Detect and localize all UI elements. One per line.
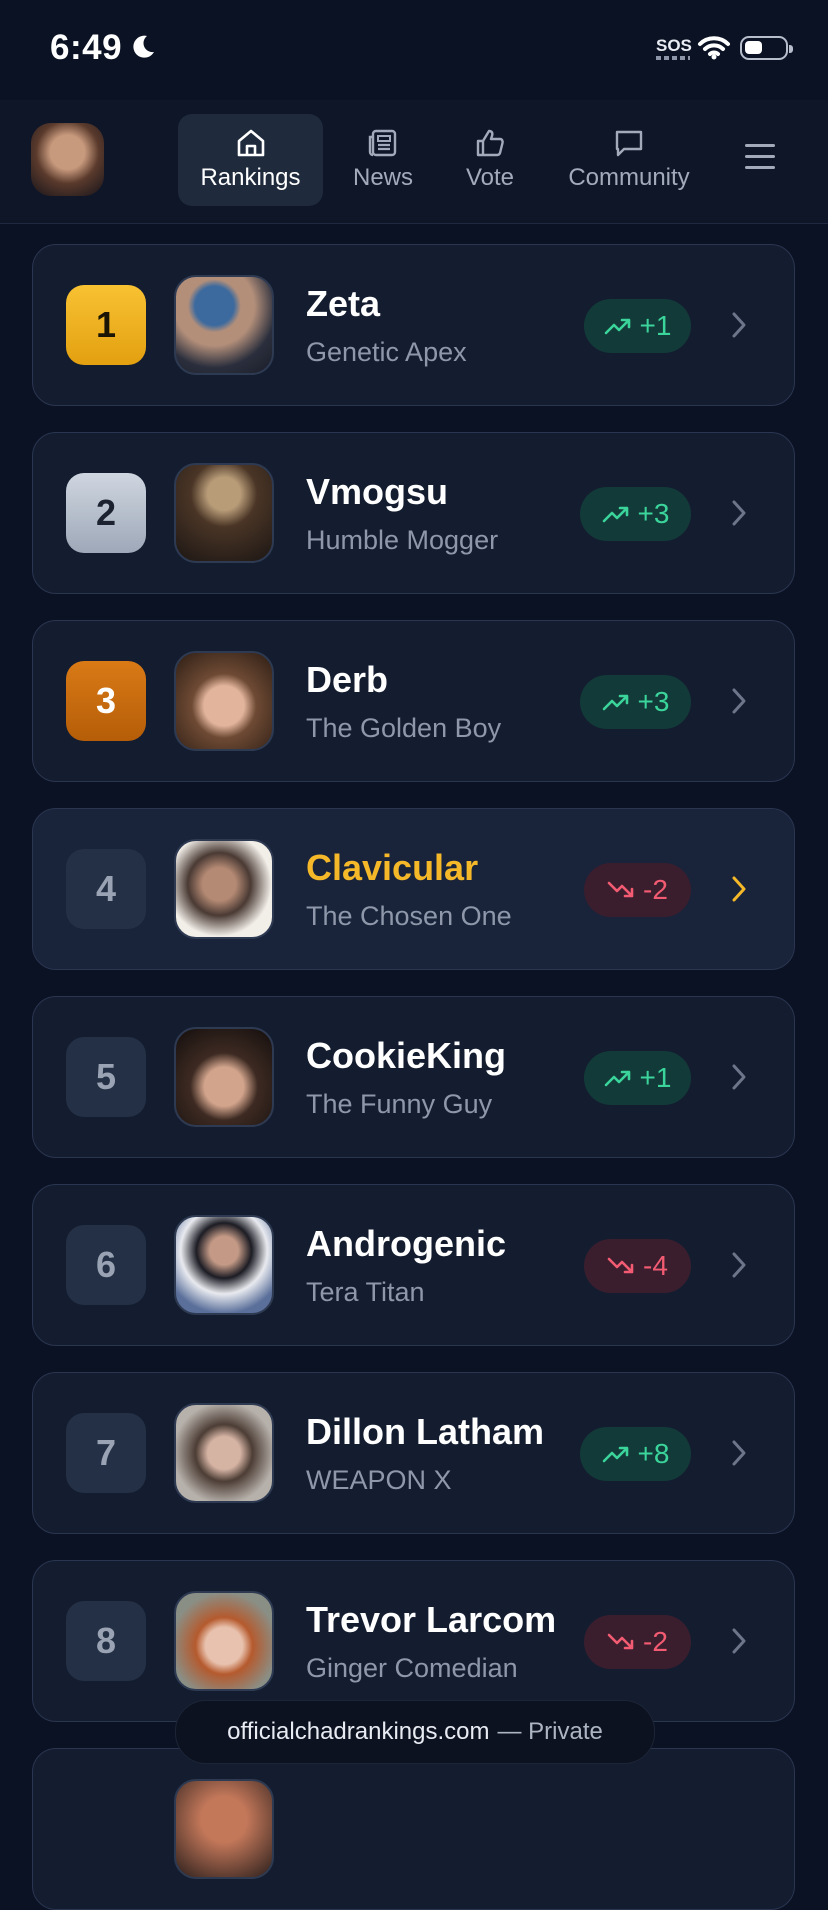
rank-badge: 3: [66, 661, 146, 741]
ranking-card[interactable]: 4 Clavicular The Chosen One -2: [32, 808, 795, 970]
newspaper-icon: [368, 129, 397, 157]
chevron-right-icon: [732, 688, 746, 714]
chevron-right-icon: [732, 1628, 746, 1654]
rank-badge: 6: [66, 1225, 146, 1305]
player-title: Humble Mogger: [306, 525, 499, 555]
ranking-card[interactable]: 6 Androgenic Tera Titan -4: [32, 1184, 795, 1346]
player-title: The Funny Guy: [306, 1089, 493, 1119]
player-title: WEAPON X: [306, 1465, 452, 1495]
profile-photo: [174, 651, 274, 751]
top-navigation: Rankings News Vote Community: [0, 100, 828, 224]
trending-down-icon: [607, 1633, 634, 1650]
chevron-right-icon: [732, 876, 746, 902]
private-label: — Private: [497, 1718, 603, 1745]
trending-up-icon: [602, 1446, 628, 1463]
profile-photo: [174, 839, 274, 939]
chat-bubble-icon: [615, 130, 643, 157]
rank-badge: 4: [66, 849, 146, 929]
tab-label: Rankings: [200, 164, 301, 191]
status-time: 6:49: [50, 28, 123, 67]
trending-up-icon: [602, 506, 628, 523]
profile-photo: [174, 1779, 274, 1879]
tab-label: Community: [568, 164, 690, 191]
player-name: Androgenic: [306, 1223, 507, 1264]
rank-change-badge: -2: [584, 863, 691, 917]
profile-photo: [174, 275, 274, 375]
trending-up-icon: [602, 694, 628, 711]
chevron-right-icon: [732, 1252, 746, 1278]
profile-photo: [174, 1591, 274, 1691]
trending-down-icon: [607, 1257, 634, 1274]
ranking-card[interactable]: 8 Trevor Larcom Ginger Comedian -2: [32, 1560, 795, 1722]
tab-news[interactable]: News: [343, 114, 423, 206]
url-domain: officialchadrankings.com: [227, 1718, 490, 1745]
chevron-right-icon: [732, 500, 746, 526]
rank-change-value: +1: [639, 310, 672, 341]
signal-dots: [656, 56, 690, 60]
rank-change-badge: -4: [584, 1239, 691, 1293]
tab-rankings[interactable]: Rankings: [178, 114, 323, 206]
chevron-right-icon: [732, 1064, 746, 1090]
rank-change-value: +1: [639, 1062, 672, 1093]
player-name: Derb: [306, 659, 389, 700]
wifi-icon: [698, 36, 730, 60]
ranking-card[interactable]: 3 Derb The Golden Boy +3: [32, 620, 795, 782]
rank-change-value: -4: [643, 1250, 668, 1281]
tab-vote[interactable]: Vote: [450, 114, 530, 206]
rank-change-value: -2: [643, 1626, 668, 1657]
hamburger-menu-icon[interactable]: [745, 144, 775, 169]
thumbs-up-icon: [476, 129, 504, 157]
profile-photo: [174, 463, 274, 563]
rank-badge: 2: [66, 473, 146, 553]
ranking-card[interactable]: 5 CookieKing The Funny Guy +1: [32, 996, 795, 1158]
tab-label: Vote: [465, 164, 515, 191]
ranking-card[interactable]: [32, 1748, 795, 1910]
user-avatar[interactable]: [31, 123, 104, 196]
trending-up-icon: [604, 1070, 630, 1087]
tab-community[interactable]: Community: [558, 114, 700, 206]
rank-change-value: +3: [637, 498, 670, 529]
ranking-card[interactable]: 2 Vmogsu Humble Mogger +3: [32, 432, 795, 594]
player-title: The Golden Boy: [306, 713, 502, 743]
rank-badge: 5: [66, 1037, 146, 1117]
rank-change-badge: +3: [580, 487, 691, 541]
ranking-card[interactable]: 7 Dillon Latham WEAPON X +8: [32, 1372, 795, 1534]
rank-change-badge: +3: [580, 675, 691, 729]
rank-change-value: +8: [637, 1438, 670, 1469]
rank-badge: 7: [66, 1413, 146, 1493]
chevron-right-icon: [732, 312, 746, 338]
trending-down-icon: [607, 881, 634, 898]
sos-indicator: SOS: [656, 36, 692, 55]
player-name: Trevor Larcom: [306, 1599, 557, 1640]
chevron-right-icon: [732, 1440, 746, 1466]
player-title: Genetic Apex: [306, 337, 467, 367]
rank-change-badge: +8: [580, 1427, 691, 1481]
rank-badge: 1: [66, 285, 146, 365]
status-bar: 6:49 SOS: [0, 0, 828, 100]
rank-change-value: -2: [643, 874, 668, 905]
browser-url-bar[interactable]: officialchadrankings.com — Private: [175, 1700, 655, 1764]
battery-icon: [740, 36, 793, 60]
rank-change-badge: +1: [584, 299, 691, 353]
ranking-card[interactable]: 1 Zeta Genetic Apex +1: [32, 244, 795, 406]
player-title: The Chosen One: [306, 901, 512, 931]
player-name: Clavicular: [306, 847, 479, 888]
profile-photo: [174, 1403, 274, 1503]
home-icon: [237, 129, 264, 157]
profile-photo: [174, 1027, 274, 1127]
player-name: CookieKing: [306, 1035, 507, 1076]
tab-label: News: [352, 164, 413, 191]
player-name: Vmogsu: [306, 471, 449, 512]
trending-up-icon: [604, 318, 630, 335]
player-name: Zeta: [306, 283, 381, 324]
player-title: Tera Titan: [306, 1277, 425, 1307]
rank-change-badge: -2: [584, 1615, 691, 1669]
player-title: Ginger Comedian: [306, 1653, 518, 1683]
player-name: Dillon Latham: [306, 1411, 545, 1452]
profile-photo: [174, 1215, 274, 1315]
moon-icon: [133, 35, 154, 58]
rank-change-badge: +1: [584, 1051, 691, 1105]
rank-change-value: +3: [637, 686, 670, 717]
rank-badge: 8: [66, 1601, 146, 1681]
